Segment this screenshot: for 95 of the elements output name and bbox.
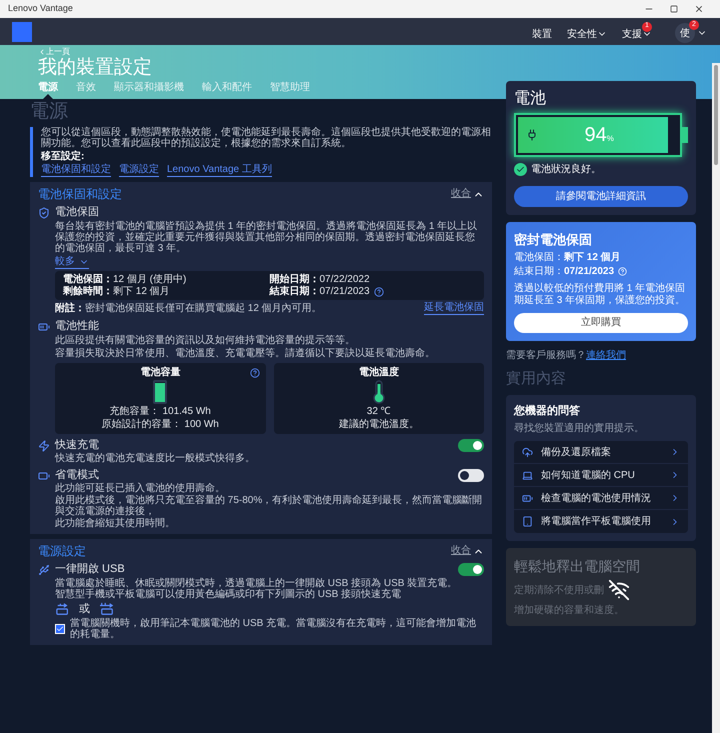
thermometer-icon [372, 380, 386, 404]
extend-warranty-link[interactable]: 延長電池保固 [424, 302, 484, 315]
toggle-switch[interactable] [458, 469, 484, 482]
nav-menu[interactable]: 裝置 [532, 22, 555, 42]
note-label: 附註： [55, 303, 85, 314]
tile-title: 電池容量 [140, 367, 180, 378]
chevron-left-icon [38, 48, 46, 56]
warranty-value: 剩下 12 個月 [564, 252, 621, 264]
lightning-icon [38, 440, 50, 452]
detail-label: 電池保固： [63, 274, 113, 285]
cloud-upload-icon [522, 446, 533, 458]
battery-icon [38, 320, 50, 332]
nav-menu[interactable]: 安全性 [567, 22, 610, 42]
warranty-value: 07/21/2023 [564, 266, 614, 278]
usb-icon [38, 564, 50, 576]
contact-link[interactable]: 連絡我們 [586, 348, 626, 362]
capacity-text: 充飽容量： 101.45 Wh [110, 406, 211, 417]
collapse-button[interactable]: 收合 [451, 545, 484, 557]
warranty-description: 透過以較低的預付費用將 1 年電池保固期延長至 3 年保固期，保護您的投資。 [514, 282, 686, 306]
item-description: 啟用此模式後，電池將只充電至容量的 75-80%，有利於電池使用壽命延到最長，然而當電腦斷開與交流電源的連接後， [54, 495, 484, 517]
more-link[interactable]: 較多 [55, 256, 89, 269]
detail-value: 12 個月 (使用中) [113, 274, 186, 285]
detail-label: 剩餘時間： [63, 286, 113, 297]
qa-item[interactable]: 如何知道電腦的 CPU [514, 464, 688, 487]
usb-charge-icon [55, 602, 71, 616]
qa-item[interactable]: 備份及還原檔案 [514, 441, 688, 464]
card-title: 電池 [514, 89, 547, 108]
jump-link[interactable]: Lenovo Vantage 工具列 [167, 164, 272, 177]
collapse-button[interactable]: 收合 [451, 188, 484, 200]
battery-details-button[interactable]: 請參閱電池詳細資訊 [514, 186, 688, 207]
tablet-icon [522, 516, 533, 527]
detail-value: 07/22/2022 [320, 274, 370, 285]
promo-title: 輕鬆地釋出電腦空間 [514, 557, 641, 576]
battery-level-icon [153, 380, 168, 404]
card-title: 密封電池保固 [514, 231, 593, 249]
item-title: 電池性能 [55, 320, 99, 333]
buy-now-button[interactable]: 立即購買 [514, 312, 688, 332]
detail-label: 開始日期： [270, 274, 320, 285]
detail-value: 07/21/2023 [320, 286, 370, 297]
item-title: 電池保固 [55, 206, 99, 219]
toggle-switch[interactable] [458, 439, 484, 452]
help-icon[interactable] [250, 368, 260, 378]
item-title: 省電模式 [55, 469, 99, 482]
shield-icon [38, 206, 50, 218]
promo-text: 定期清除不使用或刪 [514, 584, 604, 598]
item-description: 此功能會縮短其使用時間。 [54, 518, 176, 529]
battery-icon [38, 470, 50, 482]
warranty-label: 電池保固： [514, 252, 564, 264]
jump-link[interactable]: 電池保固和設定 [41, 164, 111, 177]
or-text: 或 [79, 602, 90, 616]
temperature-note: 建議的電池溫度。 [338, 419, 419, 430]
maximize-icon[interactable] [670, 5, 678, 13]
support-text: 需要客戶服務嗎？ [506, 348, 586, 362]
section-title: 電池保固和設定 [38, 187, 122, 201]
promo-text: 增加硬碟的容量和速度。 [514, 604, 625, 618]
checkbox-label: 當電腦關機時，啟用筆記本電腦電池的 USB 充電。當電腦沒有在充電時，這可能會增加電池的耗電量。 [70, 618, 478, 640]
detail-value: 剩下 12 個月 [113, 286, 170, 297]
section-title: 電源設定 [38, 544, 86, 558]
percent-sign: % [606, 133, 614, 145]
laptop-icon [522, 470, 533, 480]
checkbox[interactable] [55, 624, 65, 634]
section-heading: 實用內容 [506, 370, 567, 388]
qa-item[interactable]: 將電腦當作平板電腦使用 [514, 510, 688, 533]
detail-label: 結束日期： [270, 286, 320, 297]
note-text: 密封電池保固延長僅可在購買電腦起 12 個月內可用。 [85, 303, 322, 314]
usb-superspeed-icon [98, 602, 116, 616]
jump-label: 移至設定: [41, 151, 86, 162]
item-description: 此區段提供有關電池容量的資訊以及如何維持電池容量的提示等等。 [54, 335, 356, 346]
page-title: 我的裝置設定 [38, 57, 153, 79]
jump-link[interactable]: 電源設定 [119, 164, 159, 177]
item-description: 快速充電的電池充電速度比一般模式快得多。 [54, 453, 256, 464]
battery-percent: 94 [584, 123, 607, 148]
warranty-label: 結束日期： [514, 266, 564, 278]
capacity-text: 原始設計的容量： 100 Wh [102, 419, 219, 430]
app-logo [12, 22, 32, 42]
qa-item[interactable]: 檢查電腦的電池使用情況 [514, 487, 688, 510]
section-heading: 電源 [30, 101, 69, 122]
item-description: 每台裝有密封電池的電腦皆預設為提供 1 年的密封電池保固。透過將電池保固延長為 1 年以上以保護您的投資，並確定此重要元件獲得與裝置其他部分相同的保固期。透過密封電池保固延長您的電池保固，最長可達 3 年。 [54, 221, 478, 254]
toggle-switch[interactable] [458, 563, 484, 576]
close-icon[interactable] [694, 4, 704, 14]
no-connection-icon [608, 579, 630, 601]
card-subtitle: 尋找您裝置適用的實用提示。 [514, 422, 645, 436]
plug-icon [526, 129, 538, 141]
item-description: 此功能可延長已插入電池的使用壽命。 [54, 483, 226, 494]
card-title: 您機器的問答 [514, 404, 581, 418]
battery-status: 電池狀況良好。 [531, 162, 601, 177]
intro-text: 您可以從這個區段，動態調整散熱效能，使電池能延到最長壽命。這個區段也提供其他受歡迎的電源相關功能。您可以查看此區段中的預設設定，根據您的需求來自訂系統。 [41, 127, 492, 149]
item-description: 當電腦處於睡眠、休眠或關閉模式時，透過電腦上的一律開啟 USB 接頭為 USB 裝置充電。智慧型手機或平板電腦可以使用黃色編碼或印有下列圖示的 USB 接頭快速充電 [54, 578, 458, 600]
tile-title: 電池溫度 [358, 367, 399, 378]
battery-icon [522, 492, 533, 504]
temperature-reading: 32 ℃ [366, 406, 391, 417]
item-title: 快速充電 [55, 439, 99, 452]
window-title: Lenovo Vantage [8, 2, 73, 16]
item-title: 一律開啟 USB [55, 563, 125, 576]
item-description: 容量損失取決於日常使用、電池溫度、充電電壓等。請遵循以下要訣以延長電池壽命。 [54, 348, 436, 359]
